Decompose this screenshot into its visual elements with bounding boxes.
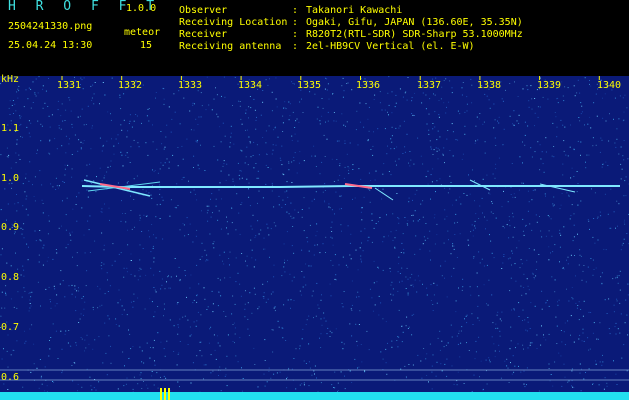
x-tick-label: 1340 xyxy=(597,80,622,91)
spectrogram-canvas xyxy=(0,76,629,400)
spectrogram-grid xyxy=(61,76,600,80)
x-tick-label: 1335 xyxy=(297,80,322,91)
x-tick-label: 1338 xyxy=(477,80,502,91)
detection-count: 15 xyxy=(140,40,153,51)
x-tick-label: 1336 xyxy=(356,80,381,91)
datetime-label: 25.04.24 13:30 xyxy=(8,40,93,51)
detection-marker-2 xyxy=(164,388,166,400)
x-tick-label: 1333 xyxy=(178,80,203,91)
signal-traces xyxy=(0,179,629,400)
location-separator: : xyxy=(292,17,299,28)
header-panel: H R O F F T 1.0.0 2504241330.png 25.04.2… xyxy=(0,0,629,76)
filename-label: 2504241330.png xyxy=(8,21,93,32)
carrier-trace xyxy=(81,185,620,188)
location-label: Receiving Location xyxy=(179,17,288,28)
y-tick-label: 1.0 xyxy=(1,173,20,184)
y-tick-label: 0.9 xyxy=(1,222,20,233)
y-tick-label: 0.7 xyxy=(1,322,20,333)
baseline-band xyxy=(0,392,629,400)
antenna-separator: : xyxy=(292,41,299,52)
x-tick-label: 1331 xyxy=(57,80,82,91)
observer-value: Takanori Kawachi xyxy=(306,5,403,16)
detection-label: meteor xyxy=(124,27,161,38)
antenna-value: 2el-HB9CV Vertical (el. E-W) xyxy=(306,41,475,52)
noise-speckle xyxy=(0,76,629,393)
spectrogram-panel xyxy=(0,76,629,400)
y-axis-unit: kHz xyxy=(1,74,20,85)
y-tick-label: 0.8 xyxy=(1,272,20,283)
observer-label: Observer xyxy=(179,5,228,16)
detection-marker-1 xyxy=(160,388,162,400)
antenna-label: Receiving antenna xyxy=(179,41,282,52)
x-tick-label: 1337 xyxy=(417,80,442,91)
x-tick-label: 1332 xyxy=(118,80,143,91)
receiver-value: R820T2(RTL-SDR) SDR-Sharp 53.1000MHz xyxy=(306,29,523,40)
detection-marker-3 xyxy=(168,388,170,400)
y-tick-label: 0.6 xyxy=(1,372,20,383)
location-value: Ogaki, Gifu, JAPAN (136.60E, 35.35N) xyxy=(306,17,523,28)
x-tick-label: 1334 xyxy=(238,80,263,91)
receiver-label: Receiver xyxy=(179,29,228,40)
y-tick-label: 1.1 xyxy=(1,123,20,134)
receiver-separator: : xyxy=(292,29,299,40)
observer-separator: : xyxy=(292,5,299,16)
version-label: 1.0.0 xyxy=(126,3,157,14)
meteor-echo-5 xyxy=(374,187,394,201)
x-tick-label: 1339 xyxy=(537,80,562,91)
